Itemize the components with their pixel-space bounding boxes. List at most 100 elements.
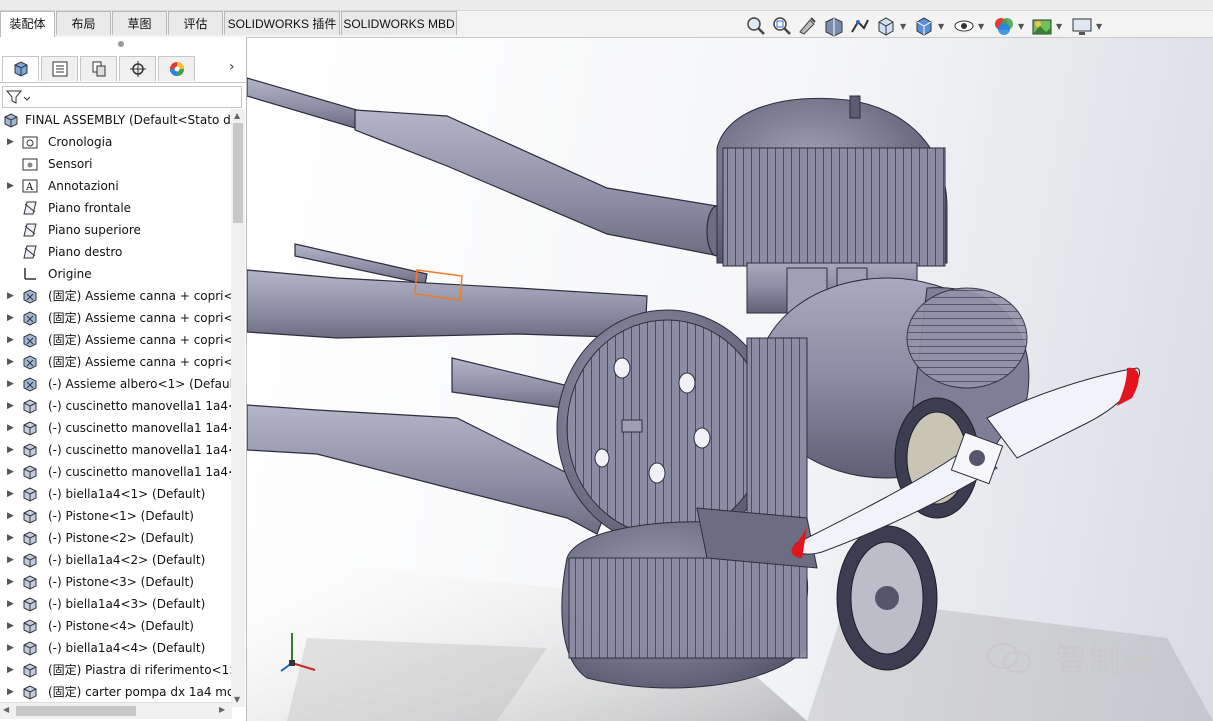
zoom-to-fit-icon[interactable] xyxy=(744,14,768,38)
tree-filter-bar[interactable] xyxy=(2,86,242,108)
hide-show-items-icon[interactable] xyxy=(952,14,976,38)
tree-item-label: (-) Pistone<1> (Default) xyxy=(48,509,194,523)
filter-icon[interactable] xyxy=(6,89,30,105)
chevron-down-icon[interactable]: ▼ xyxy=(978,22,984,31)
scroll-right-icon[interactable]: ▶ xyxy=(219,705,225,714)
dynamic-annotation-icon[interactable] xyxy=(848,14,872,38)
chevron-down-icon[interactable]: ▼ xyxy=(900,22,906,31)
tree-horizontal-scrollbar[interactable]: ◀ ▶ xyxy=(0,702,232,719)
tab-sketch[interactable]: 草图 xyxy=(112,11,167,35)
expand-arrow-icon[interactable]: ▶ xyxy=(7,527,14,549)
expand-arrow-icon[interactable]: ▶ xyxy=(7,329,14,351)
tree-item[interactable]: ▶ (-) cuscinetto manovella1 1a4<2 xyxy=(0,417,232,439)
tree-item[interactable]: Piano destro xyxy=(0,241,232,263)
scrollbar-thumb[interactable] xyxy=(16,706,136,716)
tree-item[interactable]: Piano superiore xyxy=(0,219,232,241)
expand-arrow-icon[interactable]: ▶ xyxy=(7,681,14,703)
expand-arrow-icon[interactable]: ▶ xyxy=(7,131,14,153)
display-manager-icon xyxy=(169,62,184,76)
tree-vertical-scrollbar[interactable]: ▲ ▼ xyxy=(231,109,245,707)
tree-item[interactable]: ▶ (-) Assieme albero<1> (Default xyxy=(0,373,232,395)
tree-item[interactable]: ▶ (-) cuscinetto manovella1 1a4<1 xyxy=(0,395,232,417)
expand-arrow-icon[interactable]: ▶ xyxy=(7,615,14,637)
tree-item[interactable]: ▶ (固定) Assieme canna + copri<1 xyxy=(0,285,232,307)
expand-arrow-icon[interactable]: ▶ xyxy=(7,549,14,571)
chevron-down-icon[interactable]: ▼ xyxy=(1096,22,1102,31)
scroll-down-icon[interactable]: ▼ xyxy=(234,695,240,704)
tree-item[interactable]: ▶ (-) Pistone<2> (Default) xyxy=(0,527,232,549)
tree-item[interactable]: ▶ (固定) Assieme canna + copri<3 xyxy=(0,329,232,351)
propertymanager-icon xyxy=(52,61,67,77)
tree-item[interactable]: ▶ (-) biella1a4<2> (Default) xyxy=(0,549,232,571)
tree-item[interactable]: Origine xyxy=(0,263,232,285)
chevron-down-icon[interactable]: ▼ xyxy=(1018,22,1024,31)
expand-arrow-icon[interactable]: ▶ xyxy=(7,659,14,681)
expand-arrow-icon[interactable]: ▶ xyxy=(7,571,14,593)
tree-item[interactable]: ▶ Cronologia xyxy=(0,131,232,153)
tab-layout[interactable]: 布局 xyxy=(56,11,111,35)
tab-evaluate[interactable]: 评估 xyxy=(168,11,223,35)
tree-item[interactable]: ▶ A Annotazioni xyxy=(0,175,232,197)
tree-root-assembly[interactable]: FINAL ASSEMBLY (Default<Stato d xyxy=(0,109,232,131)
expand-arrow-icon[interactable]: ▶ xyxy=(7,285,14,307)
propertymanager-tab[interactable] xyxy=(41,56,78,81)
dimxpertmanager-tab[interactable] xyxy=(119,56,156,81)
tree-item[interactable]: ▶ (固定) carter pompa dx 1a4 mo xyxy=(0,681,232,703)
expand-arrow-icon[interactable]: ▶ xyxy=(7,351,14,373)
tree-item[interactable]: ▶ (-) Pistone<3> (Default) xyxy=(0,571,232,593)
part-icon xyxy=(23,421,37,436)
tab-solidworks-addins[interactable]: SOLIDWORKS 插件 xyxy=(224,11,340,35)
side-cylinder[interactable] xyxy=(556,309,808,547)
tree-item[interactable]: ▶ (-) cuscinetto manovella1 1a4<4 xyxy=(0,461,232,483)
tree-item[interactable]: ▶ (-) biella1a4<3> (Default) xyxy=(0,593,232,615)
expand-arrow-icon[interactable]: ▶ xyxy=(7,175,14,197)
chevron-down-icon[interactable]: ▼ xyxy=(1056,22,1062,31)
edit-appearance-icon[interactable] xyxy=(992,14,1016,38)
display-style-icon[interactable] xyxy=(912,14,936,38)
apply-scene-icon[interactable] xyxy=(1030,14,1054,38)
configurationmanager-tab[interactable] xyxy=(80,56,117,81)
lower-cylinder[interactable] xyxy=(561,507,818,689)
tree-item[interactable]: ▶ (-) biella1a4<1> (Default) xyxy=(0,483,232,505)
featuremanager-tree-tab[interactable] xyxy=(2,56,39,81)
panel-grip[interactable] xyxy=(118,41,124,47)
tree-item-label: (-) cuscinetto manovella1 1a4<3 xyxy=(48,443,232,457)
chevron-down-icon[interactable]: ▼ xyxy=(938,22,944,31)
zoom-to-area-icon[interactable] xyxy=(770,14,794,38)
tab-assembly[interactable]: 装配体 xyxy=(0,11,55,37)
expand-arrow-icon[interactable]: ▶ xyxy=(7,439,14,461)
tree-item[interactable]: ▶ (-) cuscinetto manovella1 1a4<3 xyxy=(0,439,232,461)
engine-model-render[interactable] xyxy=(247,38,1213,721)
sensor-folder-icon xyxy=(22,158,38,171)
tree-item[interactable]: ▶ (-) Pistone<4> (Default) xyxy=(0,615,232,637)
expand-arrow-icon[interactable]: ▶ xyxy=(7,637,14,659)
section-view-icon[interactable] xyxy=(822,14,846,38)
scroll-up-icon[interactable]: ▲ xyxy=(234,111,240,120)
expand-arrow-icon[interactable]: ▶ xyxy=(7,307,14,329)
expand-arrow-icon[interactable]: ▶ xyxy=(7,593,14,615)
tree-item[interactable]: ▶ (-) biella1a4<4> (Default) xyxy=(0,637,232,659)
tree-item[interactable]: ▶ (固定) Assieme canna + copri<4 xyxy=(0,351,232,373)
expand-arrow-icon[interactable]: ▶ xyxy=(7,483,14,505)
tree-item-label: (固定) Assieme canna + copri<2 xyxy=(48,311,232,325)
tab-solidworks-mbd[interactable]: SOLIDWORKS MBD xyxy=(341,11,457,35)
tree-item[interactable]: Piano frontale xyxy=(0,197,232,219)
tree-item-label: (-) biella1a4<3> (Default) xyxy=(48,597,206,611)
expand-arrow-icon[interactable]: ▶ xyxy=(7,461,14,483)
tree-item[interactable]: ▶ (固定) Assieme canna + copri<2 xyxy=(0,307,232,329)
expand-arrow-icon[interactable]: ▶ xyxy=(7,417,14,439)
tree-item[interactable]: ▶ (固定) Piastra di riferimento<1> xyxy=(0,659,232,681)
view-orientation-icon[interactable] xyxy=(874,14,898,38)
expand-arrow-icon[interactable]: ▶ xyxy=(7,505,14,527)
expand-arrow-icon[interactable]: ▶ xyxy=(7,395,14,417)
scrollbar-thumb[interactable] xyxy=(233,123,243,223)
chevron-right-icon[interactable]: › xyxy=(229,59,235,75)
expand-arrow-icon[interactable]: ▶ xyxy=(7,373,14,395)
tree-item[interactable]: ▶ (-) Pistone<1> (Default) xyxy=(0,505,232,527)
previous-view-icon[interactable] xyxy=(796,14,820,38)
tree-item[interactable]: Sensori xyxy=(0,153,232,175)
display-manager-tab[interactable] xyxy=(158,56,195,81)
graphics-area[interactable]: 智制云 xyxy=(247,38,1213,721)
scroll-left-icon[interactable]: ◀ xyxy=(3,705,9,714)
view-settings-icon[interactable] xyxy=(1070,14,1094,38)
